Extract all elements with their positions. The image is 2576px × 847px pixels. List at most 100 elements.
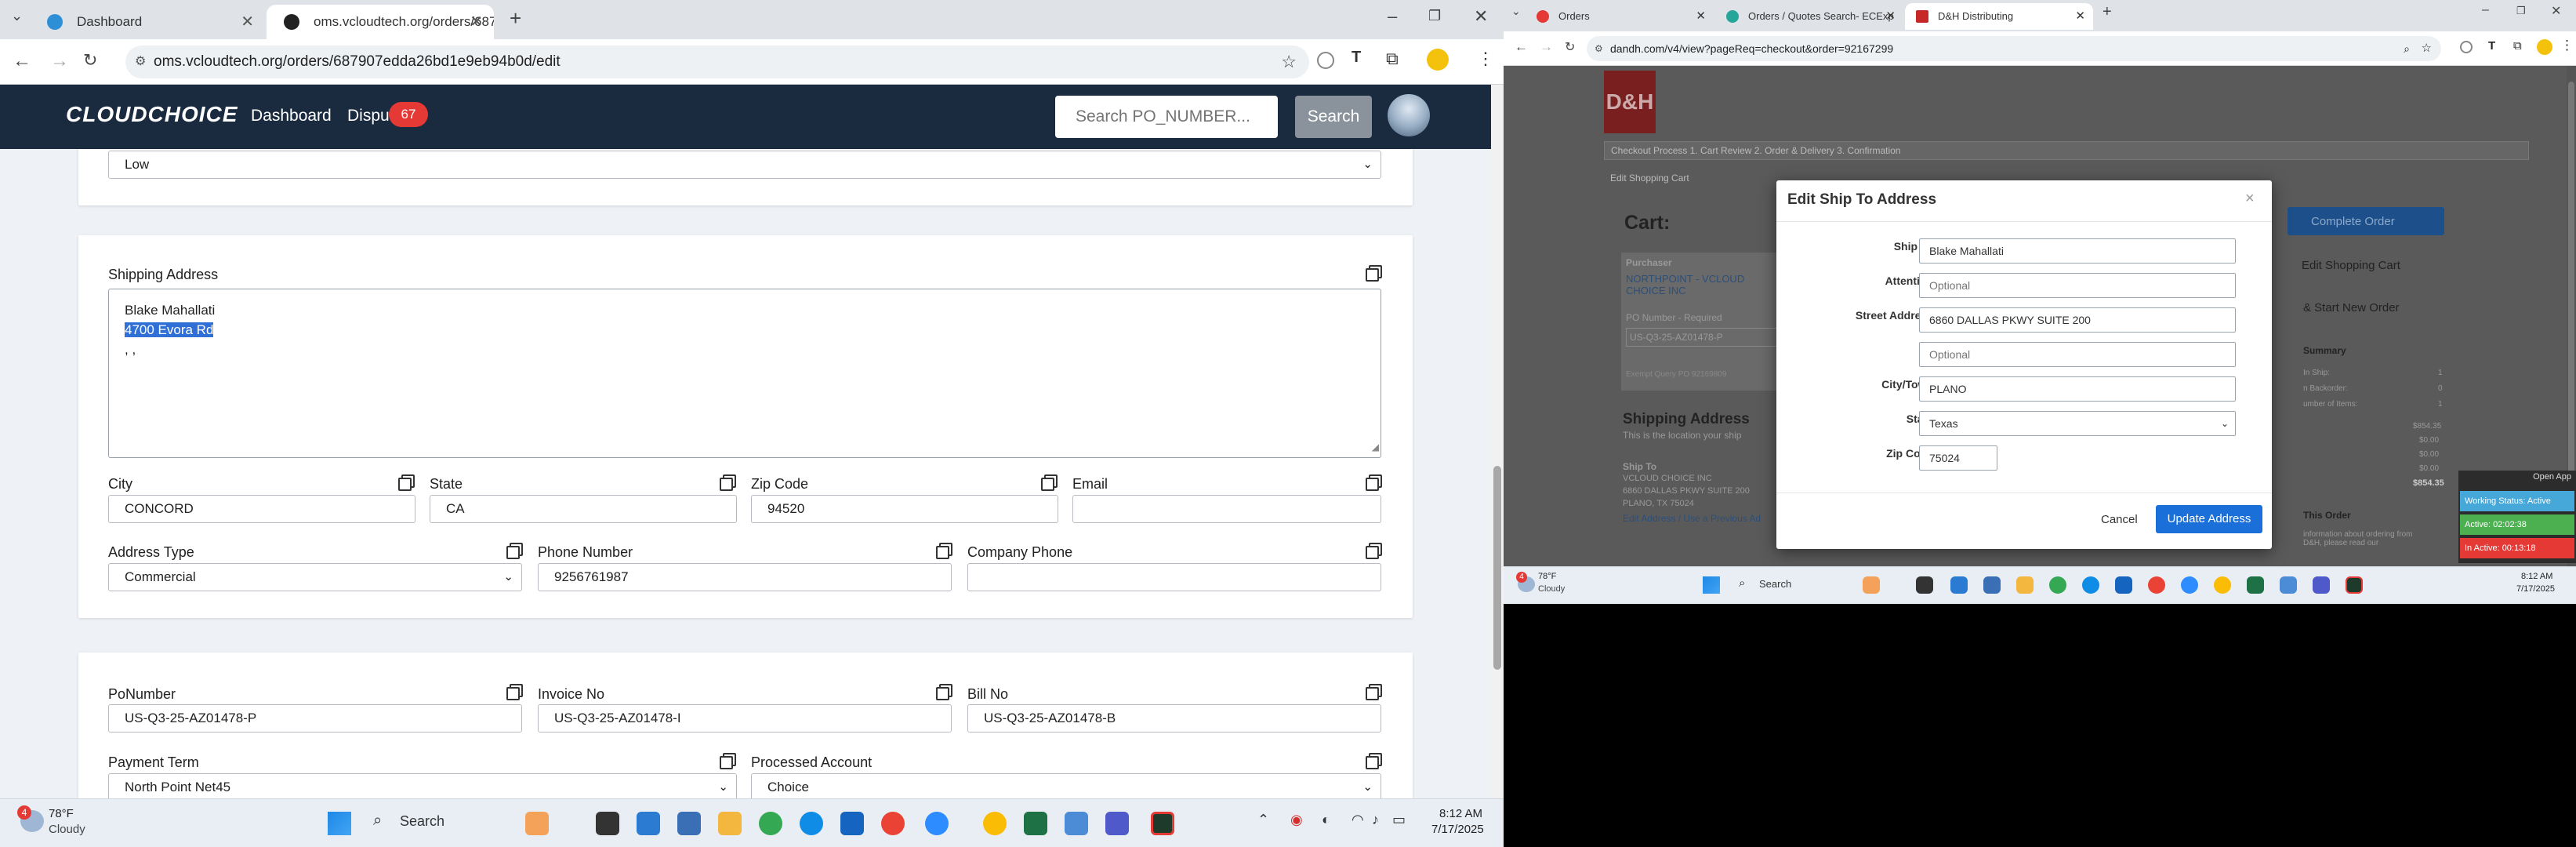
open-app-button[interactable]: Open App [2458,472,2576,482]
copy-icon[interactable] [506,684,523,700]
po-search-input[interactable] [1055,96,1278,138]
zip-code-field[interactable]: 75024 [1919,445,1997,471]
volume-icon[interactable]: ♪ [1372,812,1379,828]
dh-logo[interactable]: D&H [1604,71,1656,133]
company-phone-field[interactable] [967,563,1381,591]
chrome-profile-icon[interactable] [881,812,905,835]
tab-orders-quotes[interactable]: Orders / Quotes Search- ECExp ✕ [1715,3,1903,30]
copy-icon[interactable] [720,753,736,769]
edge-icon[interactable] [2082,576,2099,594]
clock-date[interactable]: 7/17/2025 [2516,584,2555,594]
dh-po-field[interactable]: US-Q3-25-AZ01478-P [1626,328,1783,347]
update-address-button[interactable]: Update Address [2156,505,2262,533]
attention-field[interactable] [1919,273,2236,298]
site-info-icon[interactable]: ⚙ [135,45,146,78]
city-field[interactable]: CONCORD [108,495,415,523]
close-tab-icon[interactable]: ✕ [1885,3,1896,30]
excel-icon[interactable] [2247,576,2264,594]
maximize-icon[interactable]: ❐ [2516,5,2526,17]
widgets-icon[interactable] [525,812,549,835]
chrome-icon[interactable] [983,812,1007,835]
cancel-button[interactable]: Cancel [2101,513,2138,526]
address-type-select[interactable]: Commercial ⌄ [108,563,522,591]
minimize-icon[interactable]: – [1388,6,1397,27]
taskbar-search[interactable]: Search [400,813,444,830]
app-icon[interactable] [1950,576,1968,594]
close-tab-icon[interactable]: ✕ [241,5,254,39]
tray-app-icon[interactable]: ◉ [1290,812,1303,828]
edit-cart-link[interactable]: Edit Shopping Cart [1610,173,1689,184]
shipping-address-textarea[interactable]: Blake Mahallati 4700 Evora Rd , , ◢ [108,289,1381,458]
city-town-field[interactable]: PLANO [1919,376,2236,402]
search-icon[interactable]: ⌕ [373,812,382,830]
calculator-icon[interactable] [677,812,701,835]
reload-icon[interactable]: ↻ [83,50,97,71]
reading-mode-icon[interactable]: T [2488,39,2495,53]
time-tracker-icon[interactable] [2346,576,2363,594]
outlook-icon[interactable] [2115,576,2132,594]
taskbar-search[interactable]: Search [1759,578,1791,590]
search-icon[interactable]: ⌕ [1739,576,1745,590]
tab-list-chevron-icon[interactable]: ⌄ [1511,5,1521,18]
task-view-icon[interactable] [596,812,619,835]
copy-icon[interactable] [1366,684,1382,700]
scrollbar-thumb[interactable] [2568,82,2574,521]
ship-to-field[interactable]: Blake Mahallati [1919,238,2236,264]
teams-icon[interactable] [1105,812,1129,835]
priority-select[interactable]: Low ⌄ [108,151,1381,179]
edit-shopping-cart-link[interactable]: Edit Shopping Cart [2302,259,2400,272]
outlook-icon[interactable] [840,812,864,835]
copy-icon[interactable] [1366,474,1382,491]
file-explorer-icon[interactable] [2016,576,2034,594]
reading-mode-icon[interactable]: T [1351,49,1361,67]
extensions-puzzle-icon[interactable]: ⧉ [2513,39,2522,53]
clock-time[interactable]: 8:12 AM [2521,572,2552,581]
time-tracker-icon[interactable] [1151,812,1174,835]
cloudchoice-logo[interactable]: CLOUDCHOICE [66,102,238,127]
copy-icon[interactable] [936,543,952,559]
profile-avatar[interactable] [2537,39,2552,55]
site-info-icon[interactable]: ⚙ [1595,36,1603,61]
tab-orders[interactable]: Orders ✕ [1526,3,1714,30]
back-arrow-icon[interactable]: ← [13,50,31,72]
maximize-icon[interactable]: ❐ [1428,8,1441,24]
zoom-icon[interactable] [2181,576,2198,594]
phone-field[interactable]: 9256761987 [538,563,952,591]
forward-arrow-icon[interactable]: → [50,50,69,72]
windows-start-icon[interactable] [1703,576,1720,594]
reload-icon[interactable]: ↻ [1565,39,1575,55]
edge-icon[interactable] [800,812,823,835]
resize-handle-icon[interactable]: ◢ [1372,438,1379,457]
extension-icon[interactable] [1317,52,1334,69]
zip-field[interactable]: 94520 [751,495,1058,523]
close-tab-icon[interactable]: ✕ [2075,3,2085,30]
excel-icon[interactable] [1024,812,1047,835]
url-field[interactable]: ⚙ oms.vcloudtech.org/orders/687907edda26… [125,45,1309,78]
widgets-icon[interactable] [1863,576,1880,594]
state-field[interactable]: CA [430,495,737,523]
po-number-field[interactable]: US-Q3-25-AZ01478-P [108,704,522,732]
bookmark-star-icon[interactable]: ☆ [1281,45,1297,78]
close-window-icon[interactable]: ✕ [1474,6,1488,27]
copy-icon[interactable] [398,474,415,491]
zoom-icon[interactable] [925,812,949,835]
tab-list-chevron-icon[interactable]: ⌄ [11,8,23,24]
extensions-puzzle-icon[interactable]: ⧉ [1386,49,1399,69]
modal-close-icon[interactable]: × [2245,190,2255,208]
street-address-2-field[interactable] [1919,342,2236,367]
copy-icon[interactable] [506,543,523,559]
profile-avatar[interactable] [1427,49,1449,71]
tab-dh-distributing[interactable]: D&H Distributing ✕ [1905,3,2093,30]
complete-order-button[interactable]: Complete Order [2288,207,2444,235]
email-field[interactable] [1072,495,1381,523]
battery-icon[interactable]: ▭ [1392,812,1406,828]
file-explorer-icon[interactable] [718,812,742,835]
zoom-icon[interactable]: ⌕ [2404,36,2410,61]
new-tab-plus-icon[interactable]: + [510,6,521,31]
user-avatar[interactable] [1388,94,1430,136]
chrome-icon[interactable] [759,812,782,835]
chevron-up-icon[interactable]: ⌃ [1257,812,1269,828]
chrome-icon[interactable] [2214,576,2231,594]
task-view-icon[interactable] [1916,576,1933,594]
clock-time[interactable]: 8:12 AM [1439,807,1482,820]
